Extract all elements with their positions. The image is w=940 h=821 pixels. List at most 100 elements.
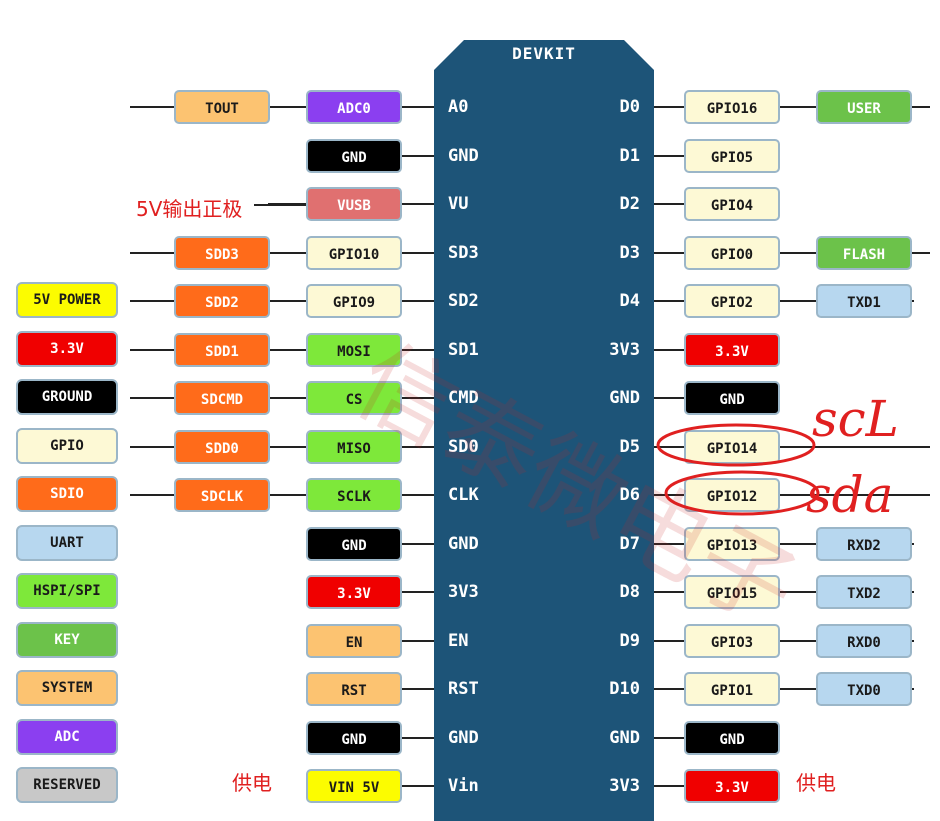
- board-pin-right: GND: [609, 388, 640, 408]
- board-pin-right: D2: [619, 194, 640, 214]
- board-pin-right: D0: [619, 97, 640, 117]
- board-pin-right: D3: [619, 242, 640, 263]
- right-inner-label: GPIO13: [684, 526, 780, 561]
- right-inner-label: GND: [684, 720, 780, 755]
- board-pin-right: D1: [619, 145, 640, 166]
- pin-stub-left: [402, 251, 434, 254]
- right-inner-label: GPIO14: [684, 429, 780, 464]
- board-pin-left: A0: [448, 97, 469, 117]
- board-pin-right: D4: [619, 291, 640, 311]
- left-outer-label: TOUT: [174, 90, 270, 124]
- left-inner-label: GPIO10: [306, 235, 402, 270]
- left-inner-label: VIN 5V: [306, 769, 402, 803]
- right-outer-label: RXD0: [816, 623, 912, 658]
- legend-ground: GROUND: [16, 379, 118, 415]
- pin-stub-left: [402, 736, 434, 739]
- board-pin-right: D9: [619, 630, 640, 651]
- board-pin-left: CMD: [448, 388, 479, 408]
- pin-stub-right: [654, 397, 686, 399]
- left-inner-label: GND: [306, 720, 402, 755]
- left-inner-label: RST: [306, 672, 402, 706]
- pin-stub-right: [654, 445, 686, 448]
- board-pin-left: SD3: [448, 242, 479, 263]
- legend-reserved: RESERVED: [16, 767, 118, 803]
- board-title: DEVKIT: [512, 44, 576, 63]
- pin-stub-left: [402, 639, 434, 642]
- legend-sdio: SDIO: [16, 476, 118, 512]
- pin-stub-right: [654, 736, 686, 739]
- legend-system: SYSTEM: [16, 670, 118, 706]
- board-pin-right: D7: [619, 533, 640, 554]
- board-pin-left: SD1: [448, 339, 479, 360]
- board-pin-right: 3V3: [609, 776, 640, 796]
- power-note-left: 供电: [232, 771, 272, 795]
- right-inner-label: GPIO4: [684, 187, 780, 221]
- left-outer-label: SDCMD: [174, 381, 270, 415]
- left-inner-label: GND: [306, 526, 402, 561]
- pin-stub-right: [654, 494, 686, 496]
- legend-adc: ADC: [16, 718, 118, 755]
- right-inner-label: 3.3V: [684, 332, 780, 367]
- right-inner-label: GPIO16: [684, 90, 780, 124]
- left-inner-label: CS: [306, 381, 402, 415]
- right-outer-label: FLASH: [816, 235, 912, 270]
- pin-stub-left: [402, 591, 434, 593]
- board-pin-left: CLK: [448, 485, 479, 505]
- pin-stub-right: [654, 348, 686, 351]
- board-pin-right: D5: [619, 436, 640, 457]
- board-pin-left: GND: [448, 145, 479, 166]
- pin-stub-left: [402, 494, 434, 496]
- legend-hspi-spi: HSPI/SPI: [16, 573, 118, 609]
- pin-stub-left: [402, 785, 434, 787]
- board-pin-left: Vin: [448, 776, 479, 796]
- right-outer-label: TXD0: [816, 672, 912, 706]
- pin-stub-left: [402, 106, 434, 108]
- left-inner-label: ADC0: [306, 90, 402, 124]
- legend-uart: UART: [16, 524, 118, 561]
- legend-3-3v: 3.3V: [16, 330, 118, 367]
- board-pin-left: RST: [448, 679, 479, 699]
- pin-stub-right: [654, 106, 686, 108]
- pin-stub-right: [654, 639, 686, 642]
- board-pin-left: GND: [448, 727, 479, 748]
- vusb-note-line: [254, 204, 306, 206]
- left-inner-label: SCLK: [306, 478, 402, 512]
- left-inner-label: EN: [306, 623, 402, 658]
- left-outer-label: SDCLK: [174, 478, 270, 512]
- right-inner-label: GPIO12: [684, 478, 780, 512]
- board-pin-right: D6: [619, 485, 640, 505]
- right-inner-label: GPIO1: [684, 672, 780, 706]
- power-note-right: 供电: [796, 771, 836, 795]
- right-outer-label: RXD2: [816, 526, 912, 561]
- right-outer-label: USER: [816, 90, 912, 124]
- pin-stub-right: [654, 154, 686, 157]
- connector-line: [780, 445, 930, 448]
- right-inner-label: 3.3V: [684, 769, 780, 803]
- left-inner-label: MOSI: [306, 332, 402, 367]
- right-outer-label: TXD1: [816, 284, 912, 318]
- connector-line: [780, 494, 930, 496]
- left-inner-label: VUSB: [306, 187, 402, 221]
- pin-stub-right: [654, 591, 686, 593]
- pin-stub-left: [402, 348, 434, 351]
- right-inner-label: GPIO3: [684, 623, 780, 658]
- right-inner-label: GPIO15: [684, 575, 780, 609]
- left-outer-label: SDD3: [174, 235, 270, 270]
- pin-stub-right: [654, 300, 686, 302]
- scl-handwritten-label: scL: [812, 390, 899, 448]
- pin-stub-right: [654, 203, 686, 205]
- right-inner-label: GND: [684, 381, 780, 415]
- pin-stub-right: [654, 542, 686, 545]
- legend-5v-power: 5V POWER: [16, 282, 118, 318]
- left-inner-label: 3.3V: [306, 575, 402, 609]
- board-pin-left: SD2: [448, 291, 479, 311]
- pin-stub-left: [402, 154, 434, 157]
- right-inner-label: GPIO0: [684, 235, 780, 270]
- left-outer-label: SDD1: [174, 332, 270, 367]
- left-outer-label: SDD2: [174, 284, 270, 318]
- pin-stub-right: [654, 688, 686, 690]
- pin-stub-left: [402, 688, 434, 690]
- board-pin-right: GND: [609, 727, 640, 748]
- left-outer-label: SDD0: [174, 429, 270, 464]
- vusb-note: 5V输出正极: [136, 197, 243, 221]
